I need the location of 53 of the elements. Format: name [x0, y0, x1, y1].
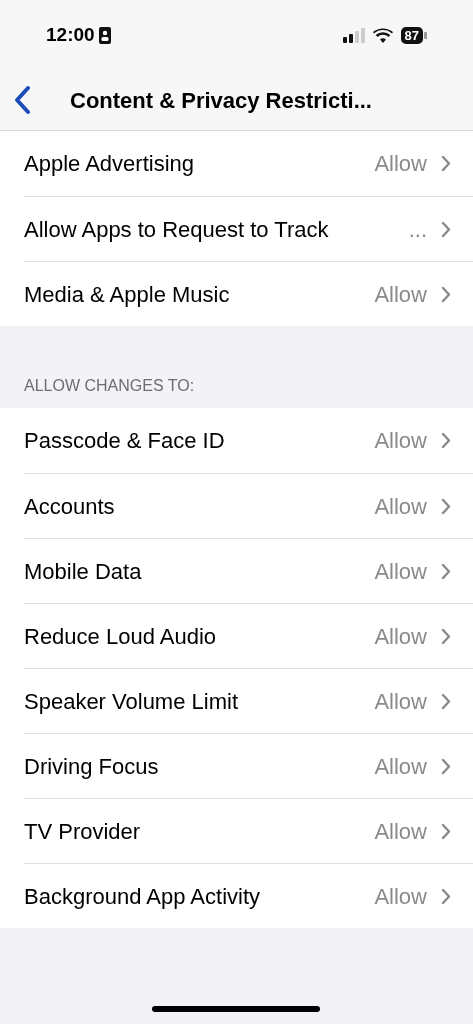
battery-tip-icon	[424, 31, 427, 39]
chevron-icon	[441, 432, 451, 449]
chevron-icon	[441, 497, 451, 515]
row-label: Driving Focus	[24, 752, 160, 781]
settings-row[interactable]: Speaker Volume Limit Allow	[0, 668, 473, 733]
chevron-icon	[441, 220, 451, 238]
settings-row[interactable]: Driving Focus Allow	[0, 733, 473, 798]
chevron-icon	[441, 562, 451, 580]
row-value: Allow	[374, 150, 427, 178]
row-value: Allow	[374, 427, 427, 455]
settings-row[interactable]: Mobile Data Allow	[0, 538, 473, 603]
chevron-icon	[441, 822, 451, 840]
row-value: Allow	[374, 882, 427, 911]
row-label: Media & Apple Music	[24, 280, 231, 309]
signal-icon	[342, 27, 365, 43]
chevron-icon	[441, 285, 451, 303]
row-value: Allow	[374, 557, 427, 586]
settings-row[interactable]: Accounts Allow	[0, 473, 473, 538]
row-value: Allow	[374, 492, 427, 521]
row-value: Allow	[374, 280, 427, 309]
settings-row[interactable]: Allow Apps to Request to Track ...	[0, 196, 473, 261]
settings-row[interactable]: Reduce Loud Audio Allow	[0, 603, 473, 668]
row-value: Allow	[374, 817, 427, 846]
row-label: Reduce Loud Audio	[24, 622, 218, 651]
chevron-icon	[441, 155, 451, 172]
settings-row[interactable]: Background App Activity Allow	[0, 863, 473, 928]
id-card-icon	[98, 26, 111, 44]
chevron-icon	[441, 692, 451, 710]
row-value: Allow	[374, 752, 427, 781]
nav-title: Content & Privacy Restricti...	[70, 86, 372, 115]
row-label: TV Provider	[24, 817, 142, 846]
section-header: ALLOW CHANGES TO:	[23, 376, 196, 396]
row-label: Allow Apps to Request to Track	[24, 215, 330, 244]
chevron-icon	[441, 757, 451, 775]
row-label: Passcode & Face ID	[24, 427, 226, 455]
row-label: Accounts	[24, 492, 116, 521]
settings-row[interactable]: TV Provider Allow	[0, 798, 473, 863]
settings-row[interactable]: Media & Apple Music Allow	[0, 261, 473, 326]
row-label: Apple Advertising	[24, 150, 195, 178]
back-icon[interactable]	[12, 85, 32, 115]
chevron-icon	[441, 887, 451, 905]
row-label: Background App Activity	[24, 882, 262, 911]
chevron-icon	[441, 627, 451, 645]
status-time: 12:00	[46, 22, 95, 47]
settings-row[interactable]: Apple Advertising Allow	[0, 131, 473, 196]
settings-row[interactable]: Passcode & Face ID Allow	[0, 408, 473, 473]
row-value: ...	[408, 215, 427, 244]
row-label: Speaker Volume Limit	[24, 687, 239, 716]
row-value: Allow	[374, 622, 427, 651]
row-value: Allow	[374, 687, 427, 716]
wifi-icon	[372, 27, 393, 43]
battery-level: 87	[400, 26, 423, 44]
row-label: Mobile Data	[24, 557, 143, 586]
